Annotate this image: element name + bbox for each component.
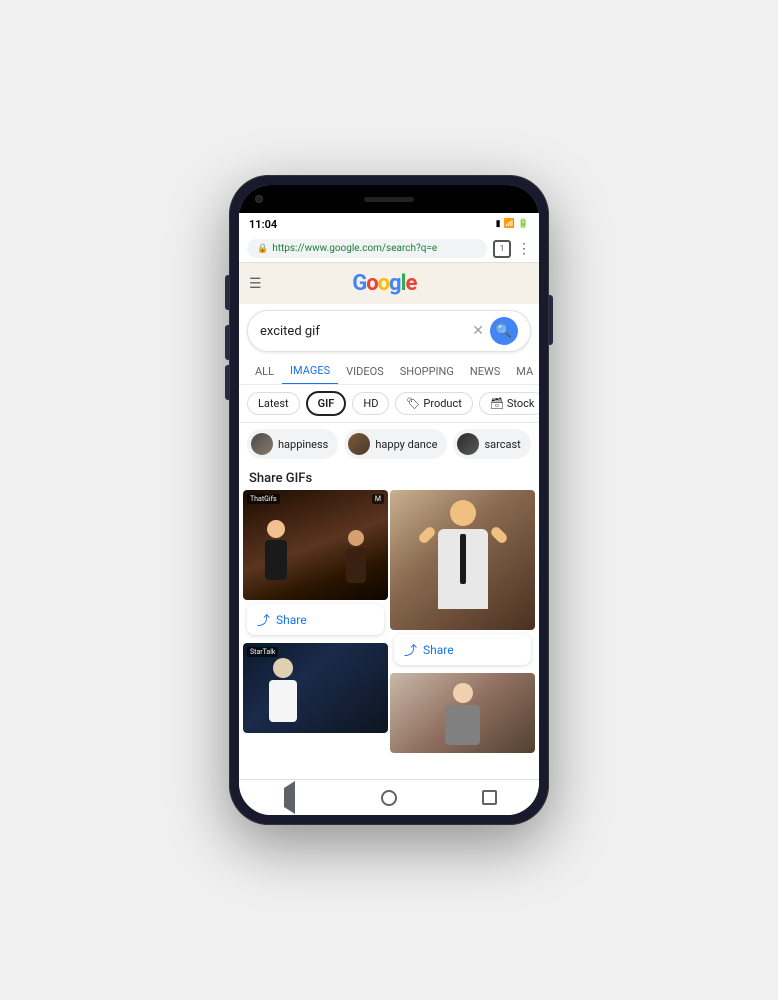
gif-4-bg bbox=[390, 673, 535, 753]
suggestion-sarcastic[interactable]: sarcast bbox=[453, 429, 530, 459]
share-label-1: Share bbox=[276, 613, 307, 627]
gif-column-left: ThatGifs M ⤴ Share bbox=[243, 490, 388, 753]
filter-product[interactable]: 🏷 Product bbox=[395, 392, 472, 415]
phone-hardware-bar bbox=[239, 185, 539, 213]
search-bar[interactable]: excited gif ✕ 🔍 bbox=[247, 310, 531, 352]
avatar-happy-dance bbox=[348, 433, 370, 455]
logo-e: e bbox=[405, 271, 416, 296]
url-https: https:// bbox=[272, 243, 304, 254]
address-bar[interactable]: 🔒 https://www.google.com/search?q=e 1 ⋮ bbox=[239, 235, 539, 263]
suggestion-sarcastic-label: sarcast bbox=[484, 438, 520, 451]
search-icon: 🔍 bbox=[496, 324, 512, 339]
suggestion-happy-dance-label: happy dance bbox=[375, 438, 437, 451]
nav-home-button[interactable] bbox=[377, 786, 401, 810]
status-time: 11:04 bbox=[249, 218, 277, 231]
gif-item-1[interactable]: ThatGifs M bbox=[243, 490, 388, 600]
screen-content: 11:04 ▮ 📶 🔋 🔒 https://www.google.com/sea… bbox=[239, 185, 539, 815]
content-area: Share GIFs bbox=[239, 465, 539, 779]
front-camera bbox=[255, 195, 263, 203]
avatar-sarcastic bbox=[457, 433, 479, 455]
gif-1-mtv-badge: M bbox=[372, 494, 384, 504]
share-icon-2: ⤴ bbox=[404, 640, 417, 659]
url-domain: www.google.com/search?q=e bbox=[305, 243, 438, 254]
gif-item-2[interactable] bbox=[390, 490, 535, 630]
gif-item-4[interactable] bbox=[390, 673, 535, 753]
clear-search-icon[interactable]: ✕ bbox=[472, 323, 484, 339]
suggestion-happiness-label: happiness bbox=[278, 438, 328, 451]
sim-icon: ▮ bbox=[496, 219, 501, 229]
filter-latest[interactable]: Latest bbox=[247, 392, 300, 415]
google-logo[interactable]: Google bbox=[270, 271, 499, 296]
filter-hd[interactable]: HD bbox=[352, 392, 389, 415]
logo-g2: g bbox=[389, 271, 401, 296]
search-button[interactable]: 🔍 bbox=[490, 317, 518, 345]
status-bar: 11:04 ▮ 📶 🔋 bbox=[239, 213, 539, 235]
tab-videos[interactable]: VIDEOS bbox=[338, 359, 392, 384]
share-icon-1: ⤴ bbox=[257, 610, 270, 629]
share-card-1[interactable]: ⤴ Share bbox=[247, 604, 384, 635]
share-label-2: Share bbox=[423, 643, 454, 657]
phone-screen: 11:04 ▮ 📶 🔋 🔒 https://www.google.com/sea… bbox=[239, 185, 539, 815]
gif-column-right: ⤴ Share bbox=[390, 490, 535, 753]
tab-count[interactable]: 1 bbox=[493, 240, 511, 258]
tab-shopping[interactable]: SHOPPING bbox=[392, 359, 462, 384]
nav-back-button[interactable] bbox=[277, 786, 301, 810]
search-tabs: ALL IMAGES VIDEOS SHOPPING NEWS MA bbox=[239, 358, 539, 385]
url-text: https://www.google.com/search?q=e bbox=[272, 243, 477, 254]
filter-gif[interactable]: GIF bbox=[306, 391, 347, 416]
gif-3-person bbox=[263, 658, 303, 728]
gif-2-person bbox=[428, 500, 498, 630]
recents-icon bbox=[482, 790, 497, 805]
gif-1-person2 bbox=[338, 530, 373, 595]
search-query: excited gif bbox=[260, 324, 466, 339]
lock-icon: 🔒 bbox=[257, 244, 268, 254]
filter-chips: Latest GIF HD 🏷 Product 🗃 Stock bbox=[239, 385, 539, 423]
share-card-2[interactable]: ⤴ Share bbox=[394, 634, 531, 665]
suggestions-row: happiness happy dance sarcast bbox=[239, 423, 539, 465]
share-gifs-heading: Share GIFs bbox=[239, 465, 539, 490]
browser-menu[interactable]: ⋮ bbox=[517, 241, 531, 257]
logo-o1: o bbox=[366, 271, 377, 296]
signal-icon: 📶 bbox=[504, 219, 515, 229]
suggestion-happiness[interactable]: happiness bbox=[247, 429, 338, 459]
status-icons: ▮ 📶 🔋 bbox=[496, 219, 529, 229]
filter-stock[interactable]: 🗃 Stock bbox=[479, 392, 539, 415]
gif-1-person1 bbox=[258, 520, 293, 590]
nav-recents-button[interactable] bbox=[477, 786, 501, 810]
tab-news[interactable]: NEWS bbox=[462, 359, 508, 384]
gif-item-3[interactable]: StarTalk bbox=[243, 643, 388, 733]
earpiece-speaker bbox=[364, 197, 414, 202]
gif-2-bg bbox=[390, 490, 535, 630]
stock-icon: 🗃 bbox=[490, 397, 504, 410]
google-header: ☰ Google bbox=[239, 263, 539, 304]
gif-1-bg: ThatGifs M bbox=[243, 490, 388, 600]
tag-icon: 🏷 bbox=[406, 397, 420, 410]
tab-more[interactable]: MA bbox=[508, 359, 539, 384]
back-icon bbox=[284, 788, 295, 807]
google-logo-text: Google bbox=[352, 271, 416, 296]
phone-device: 11:04 ▮ 📶 🔋 🔒 https://www.google.com/sea… bbox=[229, 175, 549, 825]
navigation-bar bbox=[239, 779, 539, 815]
suggestion-happy-dance[interactable]: happy dance bbox=[344, 429, 447, 459]
tab-images[interactable]: IMAGES bbox=[282, 358, 338, 385]
logo-g: G bbox=[352, 271, 366, 296]
home-icon bbox=[381, 790, 397, 806]
gif-3-bg: StarTalk bbox=[243, 643, 388, 733]
tab-all[interactable]: ALL bbox=[247, 359, 282, 384]
gif-3-source-badge: StarTalk bbox=[247, 647, 278, 657]
filter-product-label: Product bbox=[423, 397, 461, 410]
hamburger-menu[interactable]: ☰ bbox=[249, 276, 262, 292]
filter-stock-label: Stock bbox=[507, 397, 535, 410]
gif-grid: ThatGifs M ⤴ Share bbox=[239, 490, 539, 753]
logo-o2: o bbox=[378, 271, 389, 296]
gif-4-person bbox=[438, 683, 488, 748]
battery-icon: 🔋 bbox=[518, 219, 529, 229]
url-field[interactable]: 🔒 https://www.google.com/search?q=e bbox=[247, 239, 487, 258]
gif-1-source-badge: ThatGifs bbox=[247, 494, 280, 504]
avatar-happiness bbox=[251, 433, 273, 455]
